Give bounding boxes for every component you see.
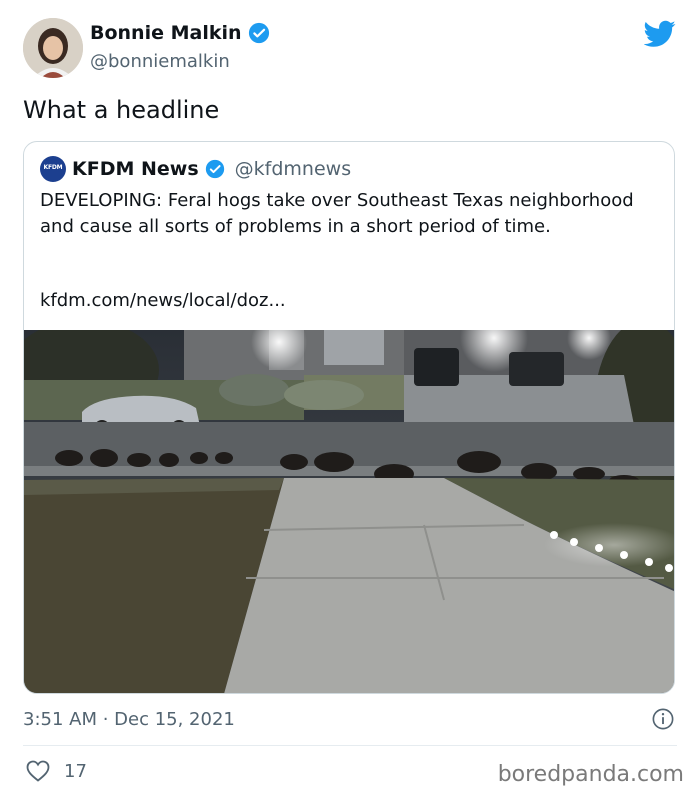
author-name-text: Bonnie Malkin [90,22,242,44]
tweet-text: What a headline [23,96,220,124]
author-name[interactable]: Bonnie Malkin [90,22,270,44]
info-icon[interactable] [652,708,674,730]
quoted-author-name[interactable]: KFDM News [72,158,199,180]
twitter-bird-icon[interactable] [644,20,676,48]
divider [23,745,677,746]
verified-badge-icon [205,159,224,179]
verified-badge-icon [248,22,269,44]
tweet-timestamp[interactable]: 3:51 AM · Dec 15, 2021 [23,709,235,730]
quoted-tweet-link[interactable]: kfdm.com/news/local/doz... [40,290,286,311]
watermark-brand: boredpanda.com [497,762,684,787]
quoted-tweet-header: KFDM KFDM News @kfdmnews [40,156,351,182]
quoted-tweet-text: DEVELOPING: Feral hogs take over Southea… [40,190,634,237]
heart-icon[interactable] [26,760,50,782]
author-handle[interactable]: @bonniemalkin [90,51,230,72]
like-count: 17 [64,760,87,782]
kfdm-logo[interactable]: KFDM [40,156,66,182]
tweet-card: Bonnie Malkin @bonniemalkin What a headl… [0,0,700,798]
quoted-author-handle[interactable]: @kfdmnews [235,158,351,180]
media-image[interactable] [24,330,675,694]
like-action[interactable]: 17 [26,760,87,782]
kfdm-logo-text: KFDM [43,164,63,171]
quoted-tweet[interactable]: KFDM KFDM News @kfdmnews DEVELOPING: Fer… [23,141,675,694]
avatar[interactable] [23,18,83,78]
